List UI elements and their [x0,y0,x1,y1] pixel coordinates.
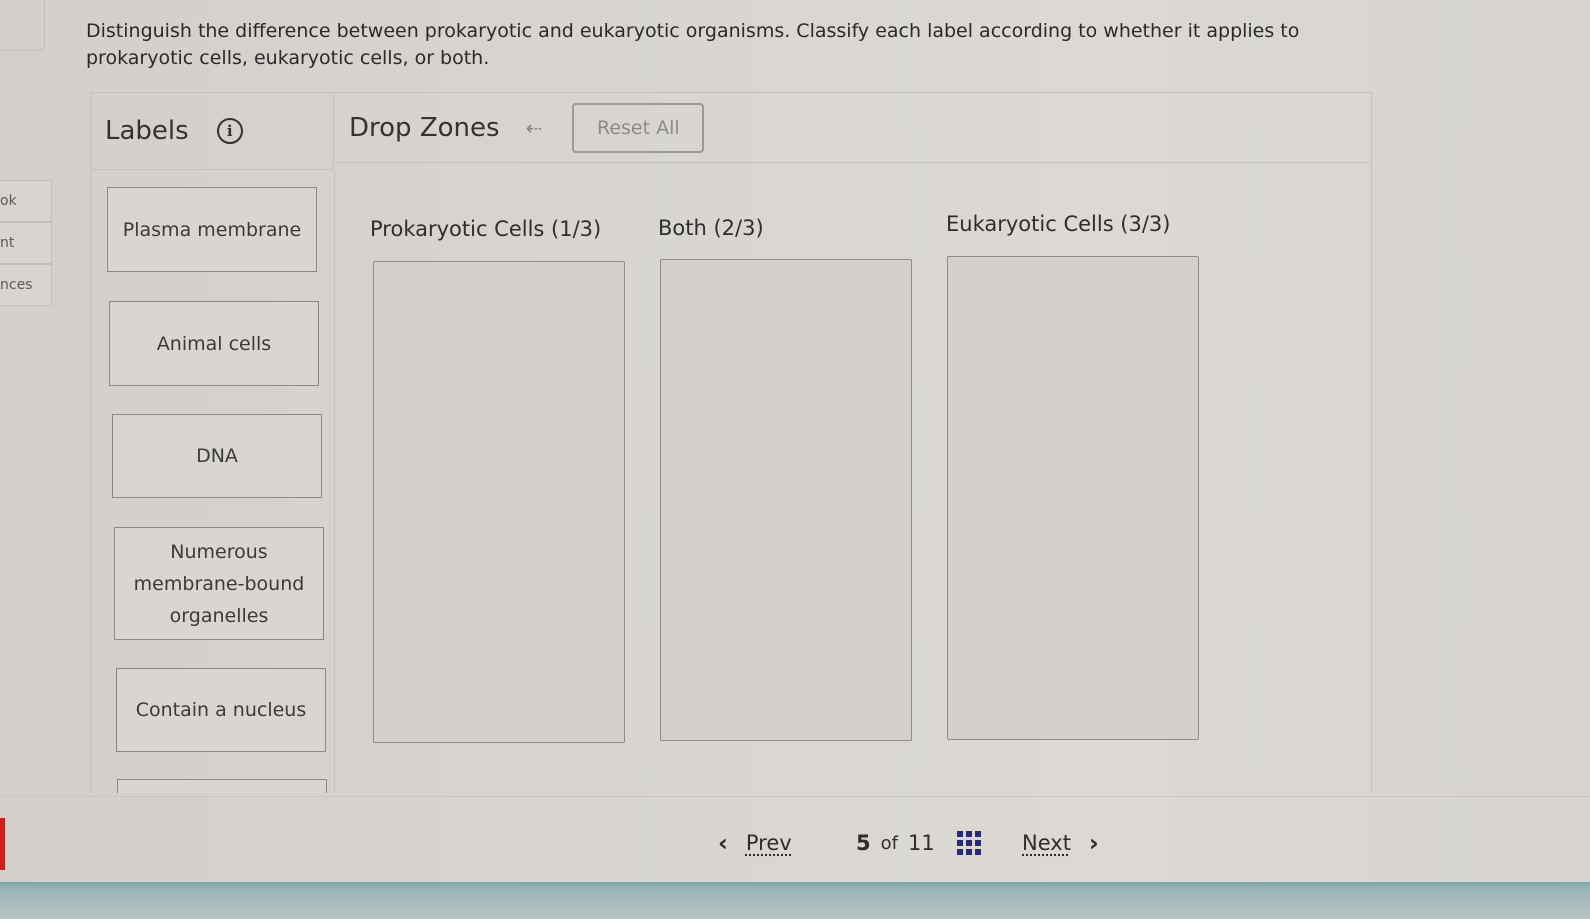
footer-bar [0,796,1590,883]
grid-icon[interactable] [956,831,981,855]
page-of: of [880,832,898,854]
drop-zones-header: Drop Zones ⇠ Reset All [335,93,1370,163]
next-label[interactable]: Next [1022,831,1071,855]
left-nav-item-2[interactable]: nt [0,222,52,264]
page-total: 11 [907,831,935,855]
chevron-right-icon: › [1088,829,1099,857]
label-card-membrane-bound-organelles[interactable]: Numerous membrane-bound organelles [114,527,324,640]
left-nav: ok nt nces [0,180,52,306]
label-card-animal-cells[interactable]: Animal cells [109,301,319,386]
label-card-dna[interactable]: DNA [112,414,322,498]
labels-title: Labels [105,116,189,146]
drop-zone-title-eukaryotic: Eukaryotic Cells (3/3) [946,212,1171,236]
question-instructions: Distinguish the difference between proka… [86,20,1300,69]
drop-zone-title-both: Both (2/3) [658,216,764,240]
reset-all-button[interactable]: Reset All [572,102,705,153]
info-icon[interactable]: i [216,118,243,144]
drop-zones-title: Drop Zones [349,112,500,143]
left-nav-item-3[interactable]: nces [0,264,52,306]
drag-drop-panel: Labels i Drop Zones ⇠ Reset All Plasma m… [90,92,1372,793]
page-indicator: 5 of 11 [856,828,981,858]
label-card-partial[interactable] [117,779,327,793]
page-current: 5 [856,831,871,855]
undo-arrow-icon[interactable]: ⇠ [526,116,543,140]
labels-column: Plasma membrane Animal cells DNA Numerou… [91,171,335,793]
drop-zone-eukaryotic[interactable] [947,256,1199,740]
page: ok nt nces Distinguish the difference be… [0,0,1590,890]
drop-zone-prokaryotic[interactable] [373,261,625,743]
label-card-plasma-membrane[interactable]: Plasma membrane [107,187,317,272]
os-taskbar [0,882,1590,919]
label-card-contain-nucleus[interactable]: Contain a nucleus [116,668,326,752]
labels-header: Labels i [91,93,334,170]
prev-button[interactable]: ‹ Prev [718,828,792,858]
drop-zone-both[interactable] [660,259,912,741]
drop-zone-title-prokaryotic: Prokaryotic Cells (1/3) [370,217,602,241]
next-button[interactable]: Next › [1022,828,1099,858]
red-indicator [0,818,5,870]
left-nav-item-1[interactable]: ok [0,180,52,222]
top-corner-tab [0,0,45,51]
prev-label[interactable]: Prev [746,831,792,855]
chevron-left-icon: ‹ [718,829,728,857]
